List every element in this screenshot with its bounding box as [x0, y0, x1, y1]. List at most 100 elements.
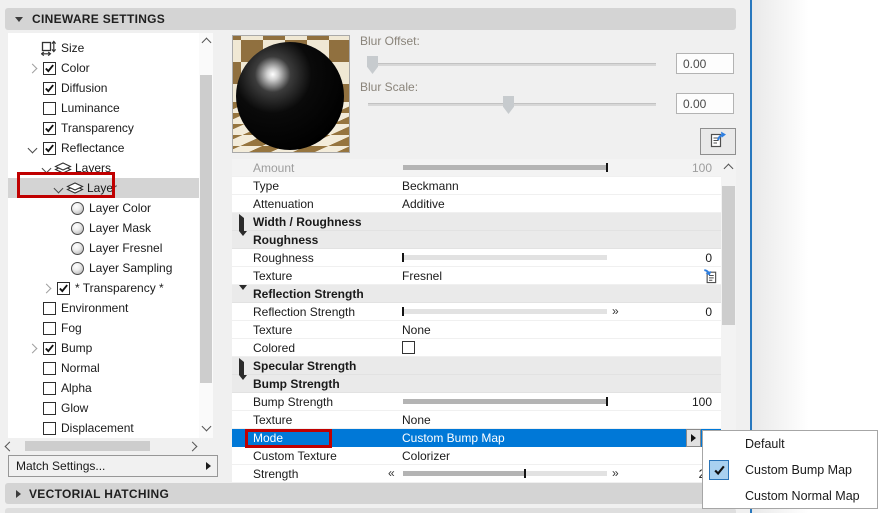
- scroll-down-icon[interactable]: [199, 421, 213, 432]
- slider-increase-icon[interactable]: »: [612, 466, 619, 480]
- tree-item-luminance[interactable]: Luminance: [8, 98, 199, 118]
- tree-item-fog[interactable]: Fog: [8, 318, 199, 338]
- menu-item-custom-normal-map[interactable]: Custom Normal Map: [703, 483, 877, 509]
- menu-item-default[interactable]: Default: [703, 431, 877, 457]
- property-row-type[interactable]: Type Beckmann: [232, 177, 721, 195]
- property-row-specular-strength[interactable]: Specular Strength: [232, 357, 721, 380]
- collapse-icon[interactable]: [50, 183, 66, 193]
- transfer-settings-button[interactable]: [700, 128, 736, 155]
- property-row-mode[interactable]: Mode Custom Bump Map: [232, 429, 721, 447]
- scroll-right-icon[interactable]: [187, 441, 198, 452]
- slider-thumb[interactable]: [402, 307, 404, 316]
- expand-icon[interactable]: [239, 214, 244, 236]
- scroll-up-icon[interactable]: [199, 37, 213, 48]
- tree-item-environment[interactable]: Environment: [8, 298, 199, 318]
- slider-track[interactable]: [403, 397, 608, 406]
- property-row-bump-strength[interactable]: Bump Strength: [232, 375, 721, 394]
- tree-scrollbar-thumb[interactable]: [200, 75, 212, 383]
- mode-dropdown-button[interactable]: [686, 429, 701, 447]
- slider-decrease-icon[interactable]: «: [388, 466, 395, 480]
- tree-item-layer-sampling[interactable]: Layer Sampling: [8, 258, 199, 278]
- property-row-roughness[interactable]: Roughness: [232, 231, 721, 250]
- tree-item-normal[interactable]: Normal: [8, 358, 199, 378]
- slider-thumb[interactable]: [524, 469, 527, 478]
- slider-thumb[interactable]: [606, 397, 608, 406]
- slider-track[interactable]: [403, 163, 608, 172]
- checkbox-unchecked-icon[interactable]: [42, 101, 56, 115]
- collapse-icon[interactable]: [24, 143, 40, 153]
- tree-item-layer-fresnel[interactable]: Layer Fresnel: [8, 238, 199, 258]
- blur-scale-thumb[interactable]: [503, 96, 514, 114]
- tree-item-bump[interactable]: Bump: [8, 338, 199, 358]
- expand-icon[interactable]: [38, 283, 54, 293]
- checkbox-checked-icon[interactable]: [42, 61, 56, 75]
- property-row-custom-texture[interactable]: Custom Texture Colorizer: [232, 447, 721, 465]
- checkbox-unchecked-icon[interactable]: [42, 381, 56, 395]
- collapse-icon[interactable]: [239, 231, 247, 250]
- checkbox-unchecked-icon[interactable]: [42, 401, 56, 415]
- scroll-left-icon[interactable]: [4, 441, 15, 452]
- tree-item-layer-mask[interactable]: Layer Mask: [8, 218, 199, 238]
- tree-item-size[interactable]: Size: [8, 38, 199, 58]
- property-row-strength[interactable]: Strength«»20: [232, 465, 721, 483]
- scroll-up-icon[interactable]: [721, 163, 736, 174]
- checkbox-unchecked-icon[interactable]: [42, 421, 56, 435]
- tree-hscrollbar-thumb[interactable]: [25, 441, 150, 451]
- blur-scale-field[interactable]: 0.00: [676, 93, 734, 114]
- tree-item-diffusion[interactable]: Diffusion: [8, 78, 199, 98]
- tree-item-displacement[interactable]: Displacement: [8, 418, 199, 438]
- checkbox-unchecked-icon[interactable]: [42, 361, 56, 375]
- property-row-reflection-strength[interactable]: Reflection Strength: [232, 285, 721, 304]
- checkbox-checked-icon[interactable]: [42, 341, 56, 355]
- checkbox-checked-icon[interactable]: [56, 281, 70, 295]
- checkbox-unchecked-icon[interactable]: [42, 321, 56, 335]
- checkbox-checked-icon[interactable]: [42, 81, 56, 95]
- property-row-texture[interactable]: Texture None: [232, 411, 721, 429]
- texture-link-icon[interactable]: [701, 267, 718, 287]
- slider-increase-icon[interactable]: »: [612, 304, 619, 318]
- tree-item-alpha[interactable]: Alpha: [8, 378, 199, 398]
- tree-item-layer[interactable]: Layer: [8, 178, 199, 198]
- checkbox-unchecked-icon[interactable]: [42, 301, 56, 315]
- slider-track[interactable]: [402, 253, 607, 262]
- tree-horizontal-scrollbar[interactable]: [3, 440, 199, 452]
- properties-scrollbar-thumb[interactable]: [722, 186, 735, 325]
- tree-item-layer-color[interactable]: Layer Color: [8, 198, 199, 218]
- checkbox-unchecked-icon[interactable]: [402, 341, 415, 354]
- cineware-settings-header[interactable]: CINEWARE SETTINGS: [5, 8, 736, 30]
- slider-track[interactable]: [402, 307, 607, 316]
- property-row-roughness[interactable]: Roughness 0: [232, 249, 721, 267]
- slider-thumb[interactable]: [402, 253, 404, 262]
- menu-item-custom-bump-map[interactable]: Custom Bump Map: [703, 457, 877, 483]
- blur-offset-thumb[interactable]: [367, 56, 378, 74]
- slider-thumb[interactable]: [606, 163, 608, 172]
- expand-icon[interactable]: [239, 358, 244, 380]
- collapse-icon[interactable]: [239, 285, 247, 304]
- property-row-attenuation[interactable]: Attenuation Additive: [232, 195, 721, 213]
- property-row-reflection-strength[interactable]: Reflection Strength » 0: [232, 303, 721, 321]
- slider-track[interactable]: [403, 469, 607, 478]
- tree-item-reflectance[interactable]: Reflectance: [8, 138, 199, 158]
- property-row-bump-strength[interactable]: Bump Strength 100: [232, 393, 721, 411]
- tree-item-layers[interactable]: Layers: [8, 158, 199, 178]
- collapse-icon[interactable]: [239, 375, 247, 394]
- blur-offset-field[interactable]: 0.00: [676, 53, 734, 74]
- checkbox-checked-icon[interactable]: [42, 121, 56, 135]
- vectorial-hatching-header[interactable]: VECTORIAL HATCHING: [5, 483, 736, 504]
- tree-item-transparency[interactable]: Transparency: [8, 118, 199, 138]
- property-row-texture[interactable]: Texture None: [232, 321, 721, 339]
- tree-item-color[interactable]: Color: [8, 58, 199, 78]
- property-row-colored[interactable]: Colored: [232, 339, 721, 357]
- tree-item-glow[interactable]: Glow: [8, 398, 199, 418]
- collapse-icon[interactable]: [38, 163, 54, 173]
- tree-vertical-scrollbar[interactable]: [199, 33, 213, 438]
- expand-icon[interactable]: [24, 343, 40, 353]
- property-row-width-roughness[interactable]: Width / Roughness: [232, 213, 721, 236]
- property-row-amount[interactable]: Amount 100: [232, 159, 721, 177]
- tree-item-transparency[interactable]: * Transparency *: [8, 278, 199, 298]
- checkbox-checked-icon[interactable]: [42, 141, 56, 155]
- expand-icon[interactable]: [24, 63, 40, 73]
- match-settings-button[interactable]: Match Settings...: [8, 455, 218, 477]
- property-row-texture[interactable]: Texture Fresnel: [232, 267, 721, 285]
- blur-offset-slider[interactable]: [368, 63, 656, 66]
